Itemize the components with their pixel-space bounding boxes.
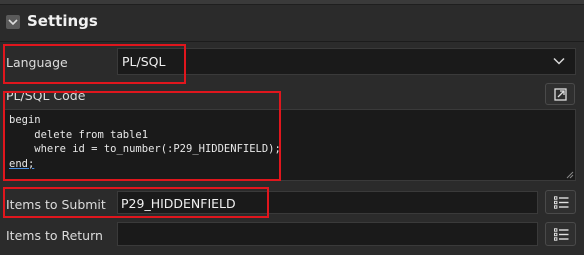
list-icon: [554, 196, 569, 209]
expand-icon: [554, 88, 567, 101]
items-to-submit-picker-button[interactable]: [545, 190, 576, 214]
items-to-return-input[interactable]: [117, 222, 538, 246]
section-title: Settings: [27, 12, 98, 30]
chevron-down-icon[interactable]: [553, 57, 565, 65]
highlight-language: [3, 44, 186, 84]
top-rule: [0, 0, 584, 5]
chevron-down-icon: [8, 19, 18, 26]
list-icon: [554, 228, 569, 241]
collapse-toggle[interactable]: [6, 15, 20, 29]
resize-grip-icon[interactable]: [566, 171, 574, 179]
expand-code-button[interactable]: [545, 83, 575, 105]
header-divider: [0, 41, 584, 42]
highlight-code: [3, 91, 281, 181]
highlight-items-to-submit: [3, 187, 269, 218]
items-to-return-label: Items to Return: [6, 228, 103, 243]
items-to-return-picker-button[interactable]: [545, 222, 576, 246]
